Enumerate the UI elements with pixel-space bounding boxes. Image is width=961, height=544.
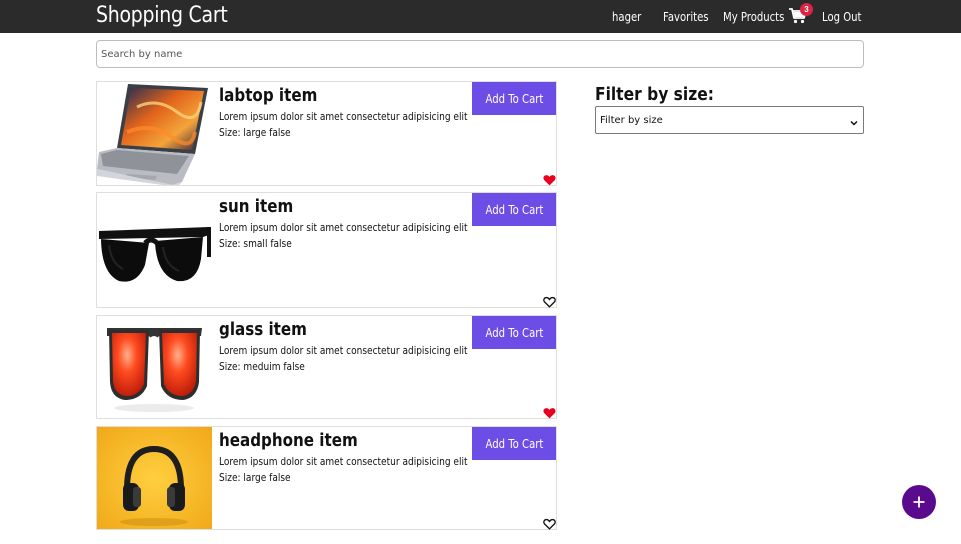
heart-outline-icon[interactable]: [543, 295, 556, 308]
navbar: Shopping Cart hager Favorites My Product…: [0, 0, 961, 33]
product-card: headphone item Lorem ipsum dolor sit ame…: [96, 426, 557, 530]
product-title: glass item: [219, 319, 307, 340]
headphone-image: [97, 427, 212, 529]
product-size: Size: small false: [219, 237, 292, 250]
product-description: Lorem ipsum dolor sit amet consectetur a…: [219, 455, 468, 468]
product-title: labtop item: [219, 85, 318, 106]
product-size: Size: meduim false: [219, 360, 305, 373]
add-to-cart-label: Add To Cart: [485, 91, 543, 106]
filter-selected-value: Filter by size: [600, 115, 663, 126]
product-title: sun item: [219, 196, 294, 217]
heart-filled-icon[interactable]: [543, 173, 556, 186]
chevron-down-icon: [849, 115, 859, 126]
plus-icon: [913, 496, 925, 508]
add-to-cart-button[interactable]: Add To Cart: [472, 82, 556, 115]
add-product-button[interactable]: [902, 485, 936, 519]
brand-title[interactable]: Shopping Cart: [96, 3, 228, 28]
add-to-cart-label: Add To Cart: [485, 202, 543, 217]
product-description: Lorem ipsum dolor sit amet consectetur a…: [219, 110, 468, 123]
laptop-image: [97, 82, 212, 185]
product-title: headphone item: [219, 430, 358, 451]
filter-size-select[interactable]: Filter by size: [595, 106, 864, 134]
sunglasses-image: [97, 193, 212, 307]
product-description: Lorem ipsum dolor sit amet consectetur a…: [219, 221, 468, 234]
add-to-cart-label: Add To Cart: [485, 436, 543, 451]
product-card: labtop item Lorem ipsum dolor sit amet c…: [96, 81, 557, 186]
product-size: Size: large false: [219, 126, 291, 139]
add-to-cart-label: Add To Cart: [485, 325, 543, 340]
nav-favorites[interactable]: Favorites: [663, 10, 709, 24]
product-card: glass item Lorem ipsum dolor sit amet co…: [96, 315, 557, 419]
nav-my-products[interactable]: My Products: [723, 10, 784, 24]
product-size: Size: large false: [219, 471, 291, 484]
search-input[interactable]: [96, 40, 864, 68]
nav-logout[interactable]: Log Out: [822, 10, 861, 24]
filter-label: Filter by size:: [595, 84, 714, 105]
heart-outline-icon[interactable]: [543, 517, 556, 530]
heart-filled-icon[interactable]: [543, 406, 556, 419]
product-card: sun item Lorem ipsum dolor sit amet cons…: [96, 192, 557, 308]
cart-count-badge: 3: [800, 3, 813, 16]
glasses-image: [97, 316, 212, 418]
product-description: Lorem ipsum dolor sit amet consectetur a…: [219, 344, 468, 357]
add-to-cart-button[interactable]: Add To Cart: [472, 316, 556, 349]
nav-user[interactable]: hager: [612, 10, 641, 24]
add-to-cart-button[interactable]: Add To Cart: [472, 193, 556, 226]
add-to-cart-button[interactable]: Add To Cart: [472, 427, 556, 460]
